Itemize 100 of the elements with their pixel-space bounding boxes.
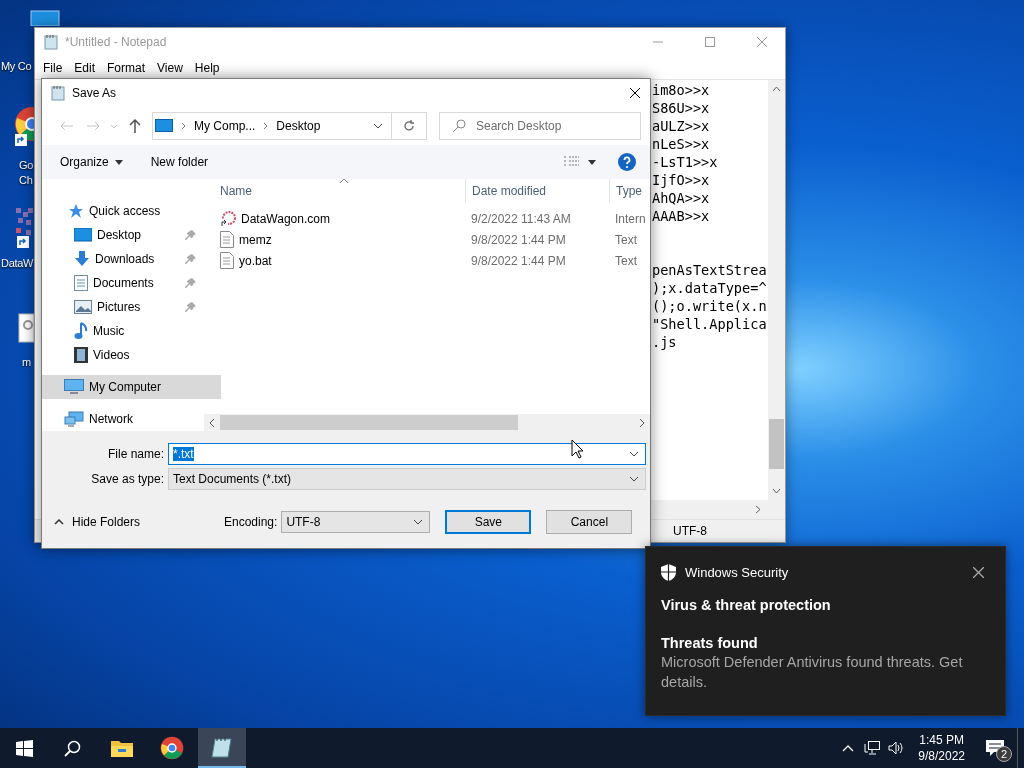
file-date: 9/8/2022 1:44 PM xyxy=(470,253,567,268)
menu-item[interactable]: Help xyxy=(188,57,226,78)
network-icon[interactable] xyxy=(864,740,881,756)
picture-icon xyxy=(74,300,92,314)
music-icon xyxy=(74,322,88,340)
nav-item[interactable]: Documents xyxy=(42,271,204,295)
scrollbar-thumb[interactable] xyxy=(769,419,784,469)
file-type-dropdown[interactable]: Text Documents (*.txt) xyxy=(168,467,646,490)
file-name[interactable]: memz xyxy=(239,232,272,247)
close-icon[interactable] xyxy=(973,567,984,578)
cursor-icon xyxy=(571,439,584,459)
windows-logo-icon[interactable] xyxy=(15,739,33,757)
file-icon[interactable] xyxy=(18,313,34,343)
encoding-status: UTF-8 xyxy=(673,524,707,538)
film-icon xyxy=(74,347,88,363)
desktop-icon-label: My Co xyxy=(1,59,33,74)
menu-item[interactable]: View xyxy=(151,57,189,78)
notepad-icon xyxy=(50,85,66,101)
nav-item[interactable]: Pictures xyxy=(42,295,204,319)
up-arrow-icon[interactable] xyxy=(129,119,141,133)
search-icon[interactable] xyxy=(63,739,81,757)
nav-item[interactable]: Desktop xyxy=(42,223,204,247)
refresh-icon xyxy=(403,120,415,132)
address-bar[interactable]: My Comp... Desktop xyxy=(152,112,392,140)
desktop-icon xyxy=(74,228,92,242)
text-line: ();o.write(x.n xyxy=(652,297,768,315)
shortcut-arrow-icon xyxy=(15,134,27,146)
notification-title: Virus & threat protection xyxy=(661,597,832,613)
notification-badge: 2 xyxy=(996,746,1012,762)
notification-heading: Threats found xyxy=(661,635,759,651)
notification-toast[interactable]: Windows Security Virus & threat protection Threats found Microsoft Defender Antivirus found threats. Get details. xyxy=(645,546,1006,716)
menu-item[interactable]: Format xyxy=(101,57,152,78)
new-folder-button[interactable]: New folder xyxy=(140,151,219,173)
column-header[interactable]: Date modified xyxy=(472,184,547,198)
column-header[interactable]: Name xyxy=(220,184,252,198)
text-file-icon xyxy=(220,252,234,269)
field-label: Save as type: xyxy=(90,471,165,486)
caret-down-icon[interactable] xyxy=(588,159,596,165)
file-name[interactable]: yo.bat xyxy=(239,253,272,268)
text-line: S86U>>x xyxy=(652,99,711,117)
refresh-button[interactable] xyxy=(392,112,427,140)
nav-item[interactable]: Videos xyxy=(42,343,204,367)
caret-up-icon[interactable] xyxy=(842,744,855,752)
folder-icon xyxy=(110,738,134,758)
field-label: Encoding: xyxy=(224,514,278,529)
download-icon xyxy=(74,251,90,267)
app-icon[interactable] xyxy=(16,208,34,238)
text-line: penAsTextStrea xyxy=(652,261,768,279)
nav-item[interactable]: Network xyxy=(42,407,204,431)
cancel-button[interactable]: Cancel xyxy=(546,509,633,534)
file-type: Text xyxy=(614,253,638,268)
file-type: Text xyxy=(614,232,638,247)
text-file-icon xyxy=(220,231,234,248)
field-label: File name: xyxy=(106,446,165,461)
hide-folders-button[interactable]: Hide Folders xyxy=(54,514,224,529)
chevron-down-icon xyxy=(413,518,424,525)
nav-item[interactable]: Music xyxy=(42,319,204,343)
shortcut-arrow-icon xyxy=(17,236,29,248)
sort-icon xyxy=(340,178,348,183)
document-icon xyxy=(74,275,88,291)
organize-button[interactable]: Organize xyxy=(50,151,133,173)
star-icon xyxy=(68,203,84,219)
text-line: AAAB>>x xyxy=(652,207,711,225)
clock[interactable]: 1:45 PM 9/8/2022 xyxy=(918,732,965,764)
breadcrumb-item[interactable]: Desktop xyxy=(276,119,321,133)
app-name: Windows Security xyxy=(685,565,789,580)
maximize-icon[interactable] xyxy=(705,37,715,47)
help-icon[interactable] xyxy=(618,153,636,171)
taskbar-button[interactable] xyxy=(198,728,246,768)
scroll-right-icon[interactable] xyxy=(754,505,763,514)
save-button[interactable]: Save xyxy=(445,509,532,534)
close-icon[interactable] xyxy=(629,87,641,99)
search-field[interactable]: Search Desktop xyxy=(439,112,641,140)
nav-item[interactable]: My Computer xyxy=(42,375,221,399)
nav-item[interactable]: Downloads xyxy=(42,247,204,271)
browser-icon xyxy=(160,736,184,760)
file-type: Intern xyxy=(614,211,647,226)
chevron-right-icon xyxy=(181,122,186,130)
notepad-icon xyxy=(210,735,234,759)
chevron-down-icon xyxy=(629,475,639,482)
scrollbar-thumb[interactable] xyxy=(220,415,518,430)
file-name-field[interactable]: *.txt xyxy=(168,442,646,465)
text-line: );x.dataType=^ xyxy=(652,279,768,297)
menu-item[interactable]: Edit xyxy=(68,57,102,78)
file-name[interactable]: DataWagon.com xyxy=(241,211,330,226)
network-icon xyxy=(64,411,84,427)
breadcrumb-item[interactable]: My Comp... xyxy=(194,119,256,133)
caret-down-icon xyxy=(114,159,123,165)
menu-item[interactable]: File xyxy=(37,57,69,78)
window-title: *Untitled - Notepad xyxy=(65,35,168,49)
desktop-icon-label: Go Ch xyxy=(19,158,34,188)
text-line: "Shell.Applica xyxy=(652,315,768,333)
text-line: aULZ>>x xyxy=(652,117,711,135)
volume-icon[interactable] xyxy=(888,741,905,755)
column-header[interactable]: Type xyxy=(616,184,642,198)
computer-icon xyxy=(155,119,173,133)
nav-item[interactable]: Quick access xyxy=(42,199,204,223)
encoding-dropdown[interactable]: UTF-8 xyxy=(281,510,431,533)
chevron-down-icon xyxy=(629,450,639,457)
search-icon xyxy=(452,119,466,133)
